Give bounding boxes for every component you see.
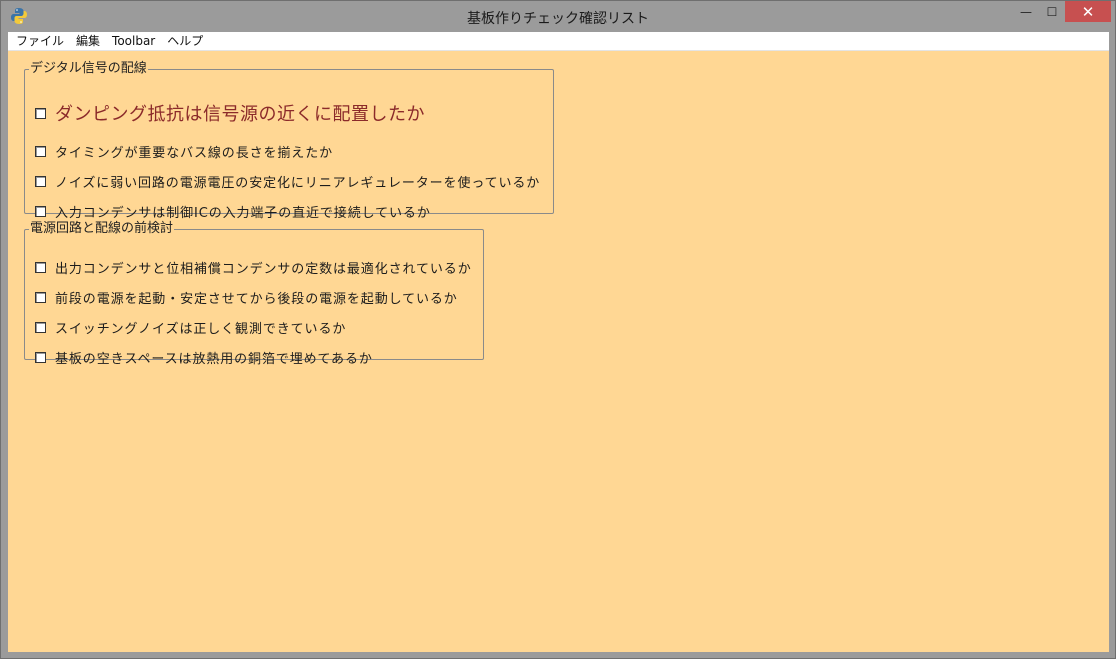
group-title: デジタル信号の配線 bbox=[30, 61, 147, 76]
checklist-item[interactable]: スイッチングノイズは正しく観測できているか bbox=[35, 318, 346, 337]
maximize-button[interactable]: ☐ bbox=[1039, 1, 1065, 22]
checkbox[interactable] bbox=[35, 262, 46, 273]
maximize-icon: ☐ bbox=[1046, 4, 1058, 19]
checklist-item-label: スイッチングノイズは正しく観測できているか bbox=[55, 322, 347, 337]
checkbox[interactable] bbox=[35, 292, 46, 303]
checklist-item-label: 出力コンデンサと位相補償コンデンサの定数は最適化されているか bbox=[55, 262, 472, 277]
menu-file[interactable]: ファイル bbox=[10, 32, 70, 51]
menu-edit[interactable]: 編集 bbox=[70, 32, 106, 51]
checklist-item[interactable]: ノイズに弱い回路の電源電圧の安定化にリニアレギュレーターを使っているか bbox=[35, 172, 540, 191]
checkbox[interactable] bbox=[35, 352, 46, 363]
checkbox[interactable] bbox=[35, 176, 46, 187]
group-power-circuit: 電源回路と配線の前検討 出力コンデンサと位相補償コンデンサの定数は最適化されてい… bbox=[24, 221, 484, 367]
checklist-item[interactable]: タイミングが重要なバス線の長さを揃えたか bbox=[35, 142, 333, 161]
checklist-item-label: 前段の電源を起動・安定させてから後段の電源を起動しているか bbox=[55, 292, 458, 307]
title-bar[interactable]: 基板作りチェック確認リスト — ☐ ✕ bbox=[1, 1, 1115, 32]
close-icon: ✕ bbox=[1081, 2, 1095, 21]
checklist-item-label: 入力コンデンサは制御ICの入力端子の直近で接続しているか bbox=[55, 206, 431, 221]
checklist-item[interactable]: 前段の電源を起動・安定させてから後段の電源を起動しているか bbox=[35, 288, 458, 307]
checklist-item[interactable]: 入力コンデンサは制御ICの入力端子の直近で接続しているか bbox=[35, 202, 431, 221]
window-title: 基板作りチェック確認リスト bbox=[467, 11, 649, 27]
group-title: 電源回路と配線の前検討 bbox=[30, 221, 174, 236]
checkbox[interactable] bbox=[35, 322, 46, 333]
menu-toolbar[interactable]: Toolbar bbox=[106, 32, 161, 51]
group-digital-signal: デジタル信号の配線 ダンピング抵抗は信号源の近くに配置したか タイミングが重要な… bbox=[24, 61, 554, 221]
checklist-item[interactable]: ダンピング抵抗は信号源の近くに配置したか bbox=[35, 100, 425, 126]
checkbox[interactable] bbox=[35, 206, 46, 217]
python-icon bbox=[11, 8, 27, 24]
checklist-item-label: ノイズに弱い回路の電源電圧の安定化にリニアレギュレーターを使っているか bbox=[55, 176, 541, 191]
checklist-item[interactable]: 出力コンデンサと位相補償コンデンサの定数は最適化されているか bbox=[35, 258, 472, 277]
checkbox[interactable] bbox=[35, 146, 46, 157]
menu-help[interactable]: ヘルプ bbox=[161, 32, 209, 51]
app-window: 基板作りチェック確認リスト — ☐ ✕ ファイル 編集 Toolbar ヘルプ … bbox=[0, 0, 1116, 659]
checklist-item-label: ダンピング抵抗は信号源の近くに配置したか bbox=[55, 104, 425, 125]
minimize-button[interactable]: — bbox=[1013, 1, 1039, 22]
close-button[interactable]: ✕ bbox=[1065, 1, 1111, 22]
checklist-item-label: タイミングが重要なバス線の長さを揃えたか bbox=[55, 146, 334, 161]
menu-bar: ファイル 編集 Toolbar ヘルプ bbox=[8, 32, 1109, 51]
checklist-item[interactable]: 基板の空きスペースは放熱用の銅箔で埋めてあるか bbox=[35, 348, 373, 367]
minimize-icon: — bbox=[1020, 4, 1032, 19]
checkbox[interactable] bbox=[35, 107, 46, 119]
checklist-item-label: 基板の空きスペースは放熱用の銅箔で埋めてあるか bbox=[55, 352, 373, 367]
checklist-panel: デジタル信号の配線 ダンピング抵抗は信号源の近くに配置したか タイミングが重要な… bbox=[8, 51, 1109, 652]
